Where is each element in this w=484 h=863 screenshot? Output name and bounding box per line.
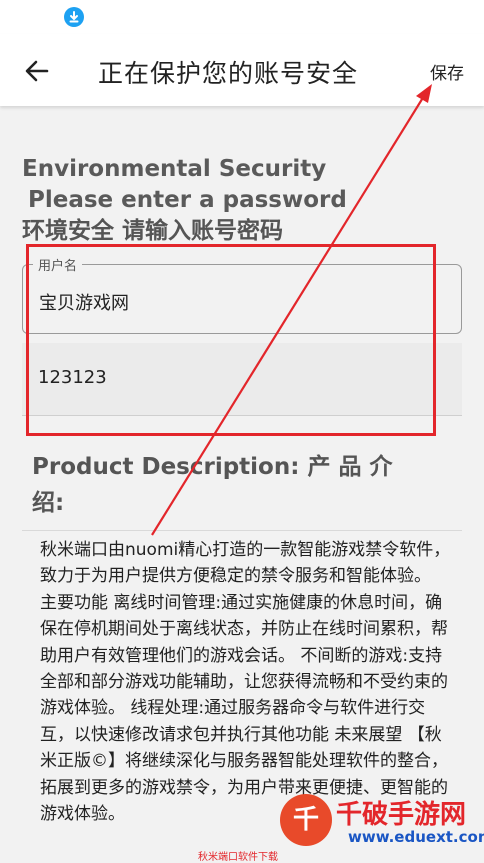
watermark-url: www.eduext.com [348,828,484,846]
username-label: 用户名 [33,255,83,274]
watermark-logo: 千 [280,794,332,846]
download-icon [64,7,84,27]
app-bar: 正在保护您的账号安全 保存 [0,34,484,106]
back-button[interactable] [20,54,54,88]
save-button[interactable]: 保存 [430,59,464,84]
watermark: 千 千破手游网 www.eduext.com 秋米端口软件下载 [198,790,484,863]
password-field[interactable]: 123123 [22,343,462,416]
divider [22,530,462,531]
product-description-heading: Product Description: 产 品 介 绍: [32,454,393,516]
watermark-subtitle: 秋米端口软件下载 [198,852,278,863]
environment-security-heading: Environmental Security Please enter a pa… [22,154,347,247]
heading-line-3: 环境安全 请输入账号密码 [22,218,284,244]
heading-line-2: Please enter a password [28,187,347,213]
status-bar [0,0,484,34]
username-value: 宝贝游戏网 [39,293,129,314]
product-description-text: 秋米端口由nuomi精心打造的一款智能游戏禁令软件，致力于为用户提供方便稳定的禁… [40,540,451,825]
password-value: 123123 [38,367,107,388]
page-title: 正在保护您的账号安全 [98,59,359,88]
watermark-title: 千破手游网 [336,800,467,830]
back-arrow-icon [25,60,49,82]
heading-line-1: Environmental Security [22,156,327,182]
username-field[interactable]: 用户名 宝贝游戏网 [22,255,462,334]
